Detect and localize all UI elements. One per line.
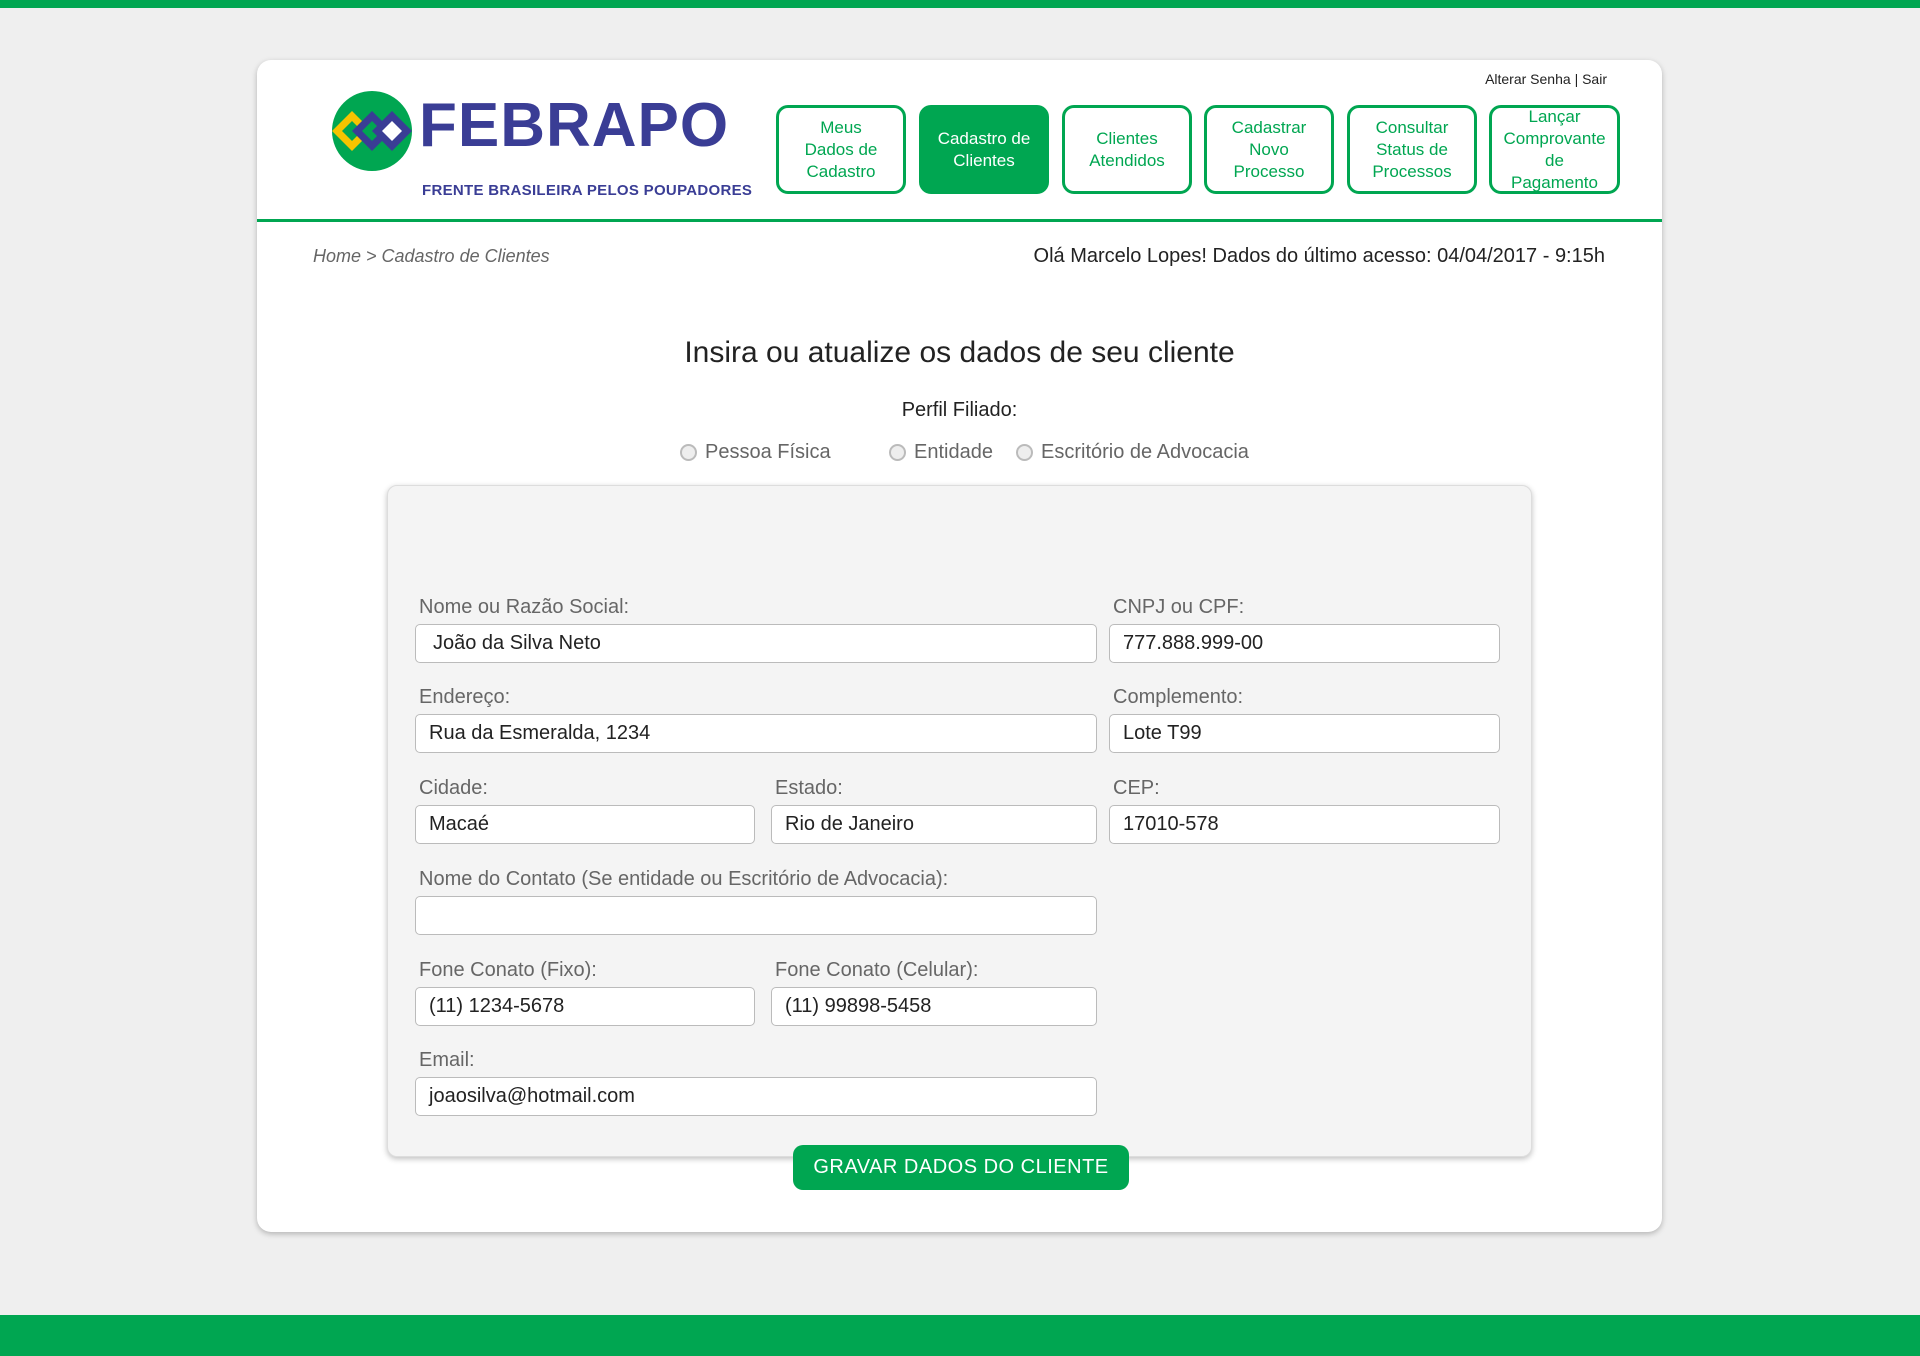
nav-cadastro-clientes[interactable]: Cadastro de Clientes <box>919 105 1049 194</box>
top-accent-bar <box>0 0 1920 8</box>
phone-fixed-input[interactable]: (11) 1234-5678 <box>415 987 755 1026</box>
name-input[interactable]: João da Silva Neto <box>415 624 1097 663</box>
nav-consultar-status[interactable]: Consultar Status de Processos <box>1347 105 1477 194</box>
account-links: Alterar Senha | Sair <box>1485 71 1607 87</box>
phone-fixed-label: Fone Conato (Fixo): <box>419 959 597 981</box>
address-input[interactable]: Rua da Esmeralda, 1234 <box>415 714 1097 753</box>
breadcrumb[interactable]: Home > Cadastro de Clientes <box>313 246 550 267</box>
state-input[interactable]: Rio de Janeiro <box>771 805 1097 844</box>
febrapo-logo[interactable]: FEBRAPO FRENTE BRASILEIRA PELOS POUPADOR… <box>326 90 752 199</box>
city-input[interactable]: Macaé <box>415 805 755 844</box>
form-title: Insira ou atualize os dados de seu clien… <box>684 336 1235 369</box>
save-client-button[interactable]: GRAVAR DADOS DO CLIENTE <box>793 1145 1129 1190</box>
zip-label: CEP: <box>1113 777 1160 799</box>
logo-tagline: FRENTE BRASILEIRA PELOS POUPADORES <box>422 182 753 199</box>
email-label: Email: <box>419 1049 475 1071</box>
header-divider <box>257 219 1662 222</box>
radio-entidade[interactable]: Entidade <box>889 441 993 464</box>
logo-emblem-icon <box>332 91 412 171</box>
main-card: Alterar Senha | Sair FEBRAPO FRENTE BRAS… <box>257 60 1662 1232</box>
radio-circle-icon[interactable] <box>1016 444 1033 461</box>
nav-lancar-comprovante[interactable]: Lançar Comprovante de Pagamento <box>1489 105 1620 194</box>
nav-clientes-atendidos[interactable]: Clientes Atendidos <box>1062 105 1192 194</box>
doc-input[interactable]: 777.888.999-00 <box>1109 624 1500 663</box>
doc-label: CNPJ ou CPF: <box>1113 596 1245 618</box>
contact-label: Nome do Contato (Se entidade ou Escritór… <box>419 868 949 890</box>
account-links-separator: | <box>1574 71 1579 87</box>
client-form: Nome ou Razão Social: João da Silva Neto… <box>387 485 1532 1190</box>
contact-input[interactable] <box>415 896 1097 935</box>
radio-circle-icon[interactable] <box>889 444 906 461</box>
complement-label: Complemento: <box>1113 686 1244 708</box>
zip-input[interactable]: 17010-578 <box>1109 805 1500 844</box>
nav-meus-dados[interactable]: Meus Dados de Cadastro <box>776 105 906 194</box>
logo-title: FEBRAPO <box>419 91 730 160</box>
city-label: Cidade: <box>419 777 488 799</box>
last-access-greeting: Olá Marcelo Lopes! Dados do último acess… <box>1033 245 1605 267</box>
bottom-accent-bar <box>0 1315 1920 1356</box>
radio-pessoa-fisica[interactable]: Pessoa Física <box>680 441 831 464</box>
address-label: Endereço: <box>419 686 511 708</box>
state-label: Estado: <box>775 777 843 799</box>
phone-mobile-input[interactable]: (11) 99898-5458 <box>771 987 1097 1026</box>
radio-circle-icon[interactable] <box>680 444 697 461</box>
profile-label: Perfil Filiado: <box>901 399 1018 421</box>
radio-escritorio-advocacia[interactable]: Escritório de Advocacia <box>1016 441 1249 464</box>
logout-link[interactable]: Sair <box>1582 71 1607 87</box>
phone-mobile-label: Fone Conato (Celular): <box>775 959 979 981</box>
complement-input[interactable]: Lote T99 <box>1109 714 1500 753</box>
email-input[interactable]: joaosilva@hotmail.com <box>415 1077 1097 1116</box>
name-label: Nome ou Razão Social: <box>419 596 630 618</box>
nav-cadastrar-processo[interactable]: Cadastrar Novo Processo <box>1204 105 1334 194</box>
change-password-link[interactable]: Alterar Senha <box>1485 71 1571 87</box>
